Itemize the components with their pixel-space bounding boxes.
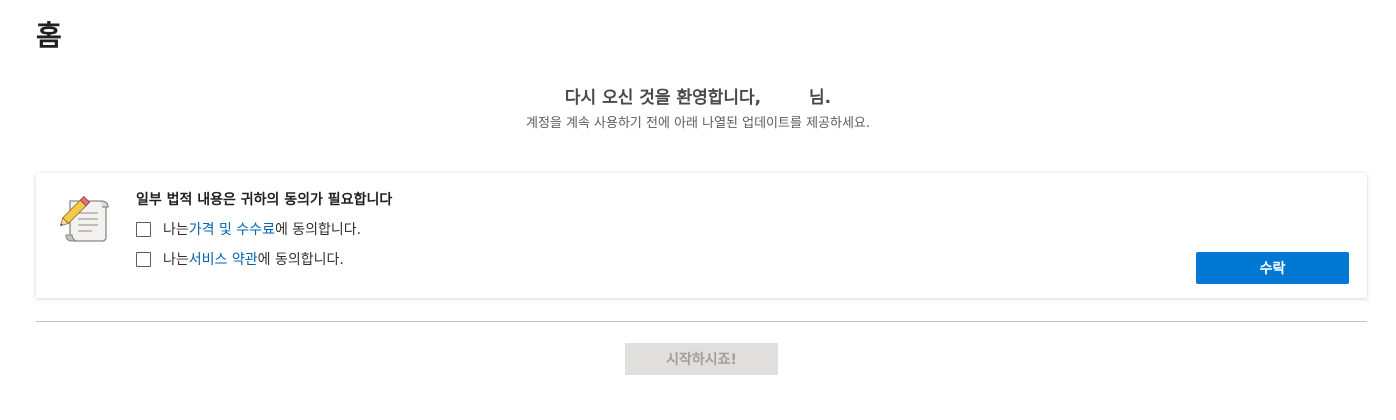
- welcome-heading-prefix: 다시 오신 것을 환영합니다,: [564, 88, 762, 108]
- consent-text-suffix: 에 동의합니다.: [274, 222, 362, 238]
- consent-row-terms: 나는 서비스 약관 에 동의합니다.: [136, 247, 392, 271]
- legal-consent-card: 일부 법적 내용은 귀하의 동의가 필요합니다 나는 가격 및 수수료 에 동의…: [36, 173, 1367, 298]
- accept-button[interactable]: 수락: [1196, 252, 1349, 284]
- page: 홈 다시 오신 것을 환영합니다, 님. 계정을 계속 사용하기 전에 아래 나…: [0, 0, 1396, 420]
- get-started-button[interactable]: 시작하시죠!: [625, 343, 778, 375]
- page-title: 홈: [36, 19, 62, 52]
- welcome-heading-suffix: 님.: [809, 88, 832, 108]
- divider: [36, 321, 1367, 322]
- consent-text-suffix: 에 동의합니다.: [257, 252, 344, 268]
- welcome-section: 다시 오신 것을 환영합니다, 님. 계정을 계속 사용하기 전에 아래 나열된…: [0, 86, 1396, 133]
- pricing-consent-checkbox[interactable]: [136, 221, 151, 237]
- legal-consent-heading: 일부 법적 내용은 귀하의 동의가 필요합니다: [136, 192, 393, 208]
- welcome-heading: 다시 오신 것을 환영합니다, 님.: [0, 86, 1396, 110]
- consent-text-prefix: 나는: [163, 252, 189, 268]
- document-pencil-icon: [56, 193, 114, 245]
- welcome-subtitle: 계정을 계속 사용하기 전에 아래 나열된 업데이트를 제공하세요.: [525, 116, 871, 131]
- consent-row-pricing: 나는 가격 및 수수료 에 동의합니다.: [136, 217, 392, 241]
- legal-consent-body: 일부 법적 내용은 귀하의 동의가 필요합니다 나는 가격 및 수수료 에 동의…: [136, 189, 392, 277]
- terms-consent-checkbox[interactable]: [136, 251, 151, 267]
- pricing-and-fees-link[interactable]: 가격 및 수수료: [189, 219, 275, 239]
- consent-text-prefix: 나는: [163, 222, 189, 238]
- terms-of-service-link[interactable]: 서비스 약관: [189, 249, 258, 269]
